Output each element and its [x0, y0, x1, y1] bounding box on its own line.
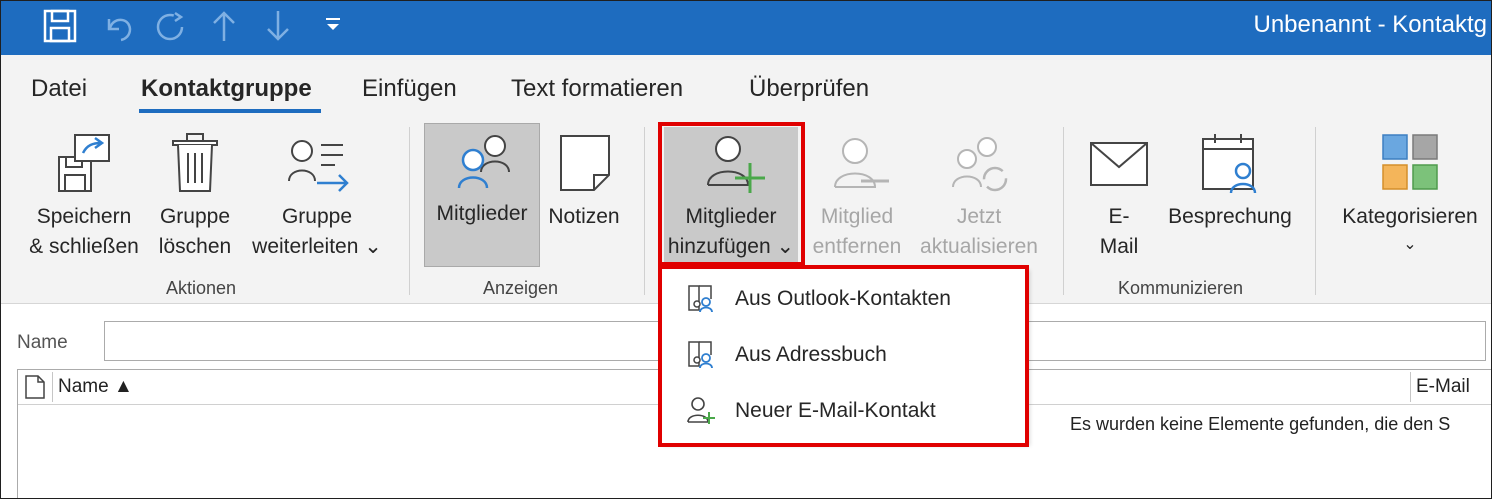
address-book-icon: [686, 283, 716, 318]
note-icon: [558, 133, 612, 202]
add-members-button[interactable]: Mitglieder hinzufügen ⌄: [664, 127, 798, 263]
categories-icon: [1381, 133, 1439, 200]
email-button[interactable]: E- Mail: [1083, 127, 1155, 267]
menu-item-label: Aus Adressbuch: [735, 343, 887, 366]
active-tab-indicator: [139, 109, 321, 113]
notes-button[interactable]: Notizen: [540, 127, 628, 267]
forward-group-label-2: weiterleiten ⌄: [252, 235, 382, 258]
window-title: Unbenannt - Kontaktg: [1253, 11, 1488, 38]
customize-qat-icon[interactable]: [323, 15, 343, 40]
forward-group-button[interactable]: Gruppe weiterleiten ⌄: [243, 127, 391, 267]
meeting-label: Besprechung: [1168, 205, 1292, 228]
update-now-button[interactable]: Jetzt aktualisieren: [911, 127, 1047, 267]
add-members-label-1: Mitglieder: [685, 205, 777, 228]
tab-kontaktgruppe[interactable]: Kontaktgruppe: [141, 75, 312, 103]
members-label: Mitglieder: [436, 202, 528, 225]
forward-group-label-1: Gruppe: [281, 205, 353, 228]
group-separator: [409, 127, 410, 295]
column-divider: [52, 372, 53, 402]
column-divider: [1410, 372, 1411, 402]
empty-list-message: Es wurden keine Elemente gefunden, die d…: [1070, 414, 1451, 434]
members-icon: [455, 132, 515, 199]
calendar-meeting-icon: [1199, 131, 1261, 204]
members-view-button[interactable]: Mitglieder: [424, 123, 540, 267]
address-book-icon: [686, 339, 716, 374]
column-header-name[interactable]: Name ▲: [58, 376, 133, 398]
email-label-2: Mail: [1099, 235, 1139, 258]
tab-ueberpruefen[interactable]: Überprüfen: [749, 75, 869, 103]
group-label-aktionen: Aktionen: [166, 278, 237, 298]
group-label-anzeigen: Anzeigen: [483, 278, 559, 298]
meeting-button[interactable]: Besprechung: [1161, 127, 1299, 267]
menu-item-label: Aus Outlook-Kontakten: [735, 287, 951, 310]
forward-contacts-icon: [287, 137, 353, 204]
title-bar: Unbenannt - Kontaktg: [1, 1, 1491, 55]
document-icon[interactable]: [24, 374, 46, 405]
add-member-icon: [704, 133, 766, 204]
mail-icon: [1089, 141, 1149, 196]
up-arrow-icon[interactable]: [207, 9, 241, 48]
categorize-button[interactable]: Kategorisieren ⌄: [1331, 127, 1489, 267]
outlook-contact-group-window: Unbenannt - Kontaktg Datei Kontaktgruppe…: [0, 0, 1492, 499]
down-arrow-icon[interactable]: [261, 9, 295, 48]
remove-member-icon: [831, 135, 891, 204]
group-separator: [1315, 127, 1316, 295]
tab-datei[interactable]: Datei: [31, 75, 87, 103]
column-header-email[interactable]: E-Mail: [1416, 376, 1470, 398]
categorize-chevron: ⌄: [1403, 236, 1417, 253]
group-label-kommunizieren: Kommunizieren: [1118, 278, 1244, 298]
save-close-icon: [55, 131, 115, 204]
group-separator: [644, 127, 645, 295]
refresh-contacts-icon: [949, 135, 1011, 204]
save-close-label-1: Speichern: [36, 205, 132, 228]
name-label: Name: [17, 332, 68, 353]
delete-group-button[interactable]: Gruppe löschen: [153, 127, 237, 267]
menu-item-label: Neuer E-Mail-Kontakt: [735, 399, 936, 422]
add-members-label-2: hinzufügen ⌄: [667, 235, 795, 258]
menu-item-from-address-book[interactable]: Aus Adressbuch: [662, 327, 1027, 383]
save-icon[interactable]: [43, 9, 77, 48]
delete-group-label-1: Gruppe: [159, 205, 231, 228]
remove-member-button[interactable]: Mitglied entfernen: [807, 127, 907, 267]
menu-item-from-outlook-contacts[interactable]: Aus Outlook-Kontakten: [662, 271, 1027, 327]
categorize-label: Kategorisieren: [1342, 205, 1478, 228]
update-now-label-1: Jetzt: [956, 205, 1002, 228]
add-members-dropdown: Aus Outlook-Kontakten Aus Adressbuch Neu…: [661, 268, 1028, 444]
tab-text-formatieren[interactable]: Text formatieren: [511, 75, 683, 103]
save-close-button[interactable]: Speichern & schließen: [21, 127, 147, 267]
undo-icon[interactable]: [101, 9, 135, 48]
save-close-label-2: & schließen: [29, 235, 139, 258]
remove-member-label-1: Mitglied: [820, 205, 894, 228]
redo-icon[interactable]: [153, 9, 187, 48]
group-separator: [1063, 127, 1064, 295]
email-label-1: E-: [1108, 205, 1130, 228]
tab-einfuegen[interactable]: Einfügen: [362, 75, 457, 103]
remove-member-label-2: entfernen: [812, 235, 902, 258]
update-now-label-2: aktualisieren: [920, 235, 1038, 258]
new-contact-icon: [686, 395, 716, 430]
menu-item-new-email-contact[interactable]: Neuer E-Mail-Kontakt: [662, 383, 1027, 439]
trash-icon: [171, 131, 219, 204]
delete-group-label-2: löschen: [158, 235, 232, 258]
notes-label: Notizen: [548, 205, 620, 228]
